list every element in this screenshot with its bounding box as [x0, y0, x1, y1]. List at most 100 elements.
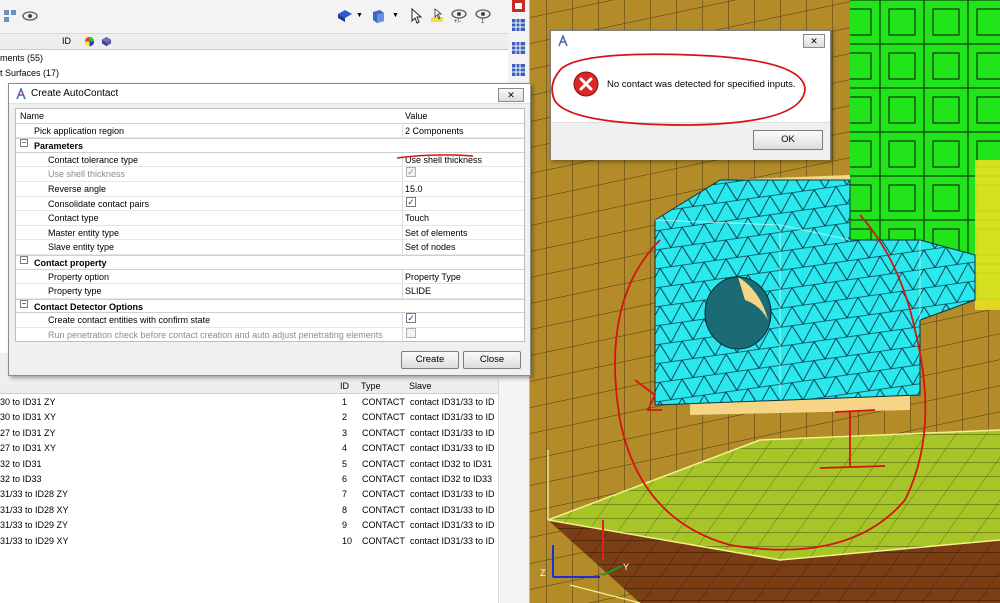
property-name: Use shell thickness — [48, 169, 126, 180]
property-row[interactable]: Slave entity type Set of nodes — [16, 240, 524, 255]
property-row[interactable]: Pick application region 2 Components — [16, 124, 524, 139]
contact-slave: contact ID31/33 to ID — [410, 520, 495, 531]
message-title-bar[interactable]: ✕ — [551, 31, 830, 51]
display-column-icon[interactable] — [101, 36, 112, 47]
section-label: Contact Detector Options — [34, 301, 144, 312]
dialog-title-bar[interactable]: Create AutoContact ✕ — [9, 84, 530, 104]
collapse-icon[interactable]: − — [20, 256, 28, 264]
contact-name: 31/33 to ID28 ZY — [0, 489, 69, 500]
show-hide-eye-icon[interactable]: +/- — [451, 8, 467, 24]
contact-row[interactable]: 27 to ID31 ZY 3 CONTACT contact ID31/33 to … — [0, 426, 498, 441]
contact-row[interactable]: 32 to ID33 6 CONTACT contact ID32 to ID33 — [0, 472, 498, 487]
tree-row-components[interactable]: ments (55) — [0, 51, 43, 66]
isolate-eye-icon[interactable]: 1 — [475, 8, 491, 24]
svg-text:+/-: +/- — [454, 19, 461, 24]
vertical-scrollbar[interactable] — [498, 379, 508, 603]
grid-tool-icon[interactable] — [511, 40, 527, 56]
property-value[interactable]: Touch — [405, 211, 429, 225]
property-name: Property option — [48, 271, 110, 282]
cursor-icon[interactable] — [408, 8, 424, 24]
property-name: Pick application region — [34, 125, 125, 136]
tree-row-label: ments (55) — [0, 53, 44, 63]
dropdown-arrow-icon[interactable]: ▼ — [392, 12, 399, 19]
collapse-icon[interactable]: − — [20, 299, 28, 308]
property-checkbox[interactable]: ✓ — [406, 196, 416, 207]
dropdown-arrow-icon[interactable]: ▼ — [356, 12, 363, 19]
property-row[interactable]: Property type SLIDE — [16, 284, 524, 299]
contact-name: 30 to ID31 XY — [0, 412, 57, 423]
property-name: Master entity type — [48, 227, 120, 238]
grid-tool-icon[interactable] — [511, 62, 527, 78]
contact-slave: contact ID31/33 to ID — [410, 412, 495, 423]
property-name: Property type — [48, 286, 102, 297]
contact-type: CONTACT — [362, 504, 405, 515]
eye-icon[interactable] — [22, 8, 38, 24]
contact-row[interactable]: 31/33 to ID28 ZY 7 CONTACT contact ID31/33 … — [0, 487, 498, 502]
slave-column-header[interactable]: Slave — [409, 381, 432, 391]
grid-tool-icon[interactable] — [511, 17, 527, 33]
property-value[interactable]: Property Type — [405, 270, 461, 284]
contact-type: CONTACT — [362, 443, 405, 454]
view-cube-icon[interactable] — [370, 8, 386, 24]
property-value[interactable]: 15.0 — [405, 182, 423, 196]
property-value[interactable]: Set of elements — [405, 226, 468, 240]
property-value[interactable]: Set of nodes — [405, 240, 456, 254]
property-row[interactable]: Master entity type Set of elements — [16, 226, 524, 241]
contact-id: 2 — [342, 412, 348, 423]
contact-name: 27 to ID31 XY — [0, 443, 57, 454]
property-name: Slave entity type — [48, 242, 115, 253]
grid-header: Name Value — [16, 109, 524, 124]
contact-slave: contact ID32 to ID33 — [410, 474, 493, 484]
id-column-header[interactable]: ID — [340, 381, 349, 391]
view-tool-icon[interactable] — [511, 0, 527, 14]
property-row[interactable]: Use shell thickness ✓ — [16, 167, 524, 182]
section-header[interactable]: − Contact Detector Options — [16, 298, 524, 314]
grid-view-icon[interactable] — [3, 8, 19, 24]
property-row[interactable]: Run penetration check before contact cre… — [16, 328, 524, 341]
property-checkbox[interactable]: ✓ — [406, 167, 416, 178]
property-row[interactable]: Create contact entities with confirm sta… — [16, 313, 524, 328]
id-column-header[interactable]: ID — [62, 36, 71, 46]
type-column-header[interactable]: Type — [361, 381, 381, 391]
annotation-underline — [396, 154, 474, 159]
property-row[interactable]: Reverse angle 15.0 — [16, 182, 524, 197]
tree-header: ID — [0, 34, 508, 50]
property-name: Create contact entities with confirm sta… — [48, 315, 211, 326]
contact-row[interactable]: 31/33 to ID29 ZY 9 CONTACT contact ID31/33 … — [0, 518, 498, 533]
contact-row[interactable]: 31/33 to ID28 XY 8 CONTACT contact ID31/33 … — [0, 503, 498, 518]
close-button[interactable]: Close — [463, 351, 521, 369]
property-value[interactable]: 2 Components — [405, 124, 464, 138]
close-icon[interactable]: ✕ — [498, 88, 524, 102]
solid-view-icon[interactable] — [337, 8, 353, 24]
color-column-icon[interactable] — [84, 36, 95, 47]
close-icon[interactable]: ✕ — [803, 34, 825, 48]
contact-slave: contact ID31/33 to ID — [410, 427, 495, 438]
section-header[interactable]: − Contact property — [16, 255, 524, 270]
name-column-header: Name — [20, 111, 45, 121]
property-checkbox[interactable] — [406, 328, 416, 338]
property-name: Run penetration check before contact cre… — [48, 330, 383, 340]
contact-row[interactable]: 30 to ID31 ZY 1 CONTACT contact ID31/33 to … — [0, 395, 498, 410]
contact-name: 32 to ID33 — [0, 474, 42, 484]
ok-button[interactable]: OK — [753, 130, 823, 150]
contact-type: CONTACT — [362, 489, 405, 500]
highlight-select-icon[interactable] — [429, 8, 445, 24]
property-name: Reverse angle — [48, 184, 107, 194]
contact-id: 1 — [342, 397, 348, 407]
collapse-icon[interactable]: − — [20, 139, 28, 148]
contact-row[interactable]: 30 to ID31 XY 2 CONTACT contact ID31/33 to … — [0, 410, 498, 425]
property-row[interactable]: Contact type Touch — [16, 211, 524, 226]
contact-type: CONTACT — [362, 535, 405, 546]
contact-row[interactable]: 32 to ID31 5 CONTACT contact ID32 to ID31 — [0, 457, 498, 472]
contacts-table-header: ID Type Slave — [0, 379, 508, 394]
section-label: Contact property — [34, 258, 107, 268]
create-button[interactable]: Create — [401, 351, 459, 369]
contact-id: 7 — [342, 489, 348, 500]
property-value[interactable]: SLIDE — [405, 284, 431, 298]
tree-row-surfaces[interactable]: t Surfaces (17) — [0, 66, 59, 81]
property-checkbox[interactable]: ✓ — [406, 313, 416, 324]
property-row[interactable]: Property option Property Type — [16, 270, 524, 285]
contact-row[interactable]: 27 to ID31 XY 4 CONTACT contact ID31/33 to … — [0, 441, 498, 456]
property-row[interactable]: Consolidate contact pairs ✓ — [16, 196, 524, 212]
contact-row[interactable]: 31/33 to ID29 XY 10 CONTACT contact ID31/33… — [0, 534, 498, 549]
